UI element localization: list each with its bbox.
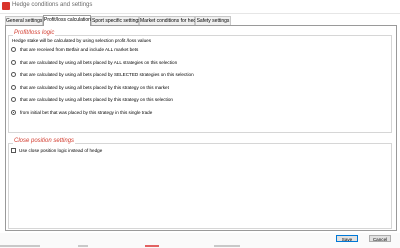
radio-button[interactable] bbox=[11, 97, 16, 102]
cancel-button[interactable]: Cancel bbox=[369, 235, 391, 242]
radio-label[interactable]: that are calculated by using all bets pl… bbox=[20, 60, 177, 65]
radio-label[interactable]: that are calculated by using all bets pl… bbox=[20, 97, 173, 102]
profit-loss-group-title: Profit/loss logic bbox=[13, 30, 56, 36]
radio-label[interactable]: that are calculated by using all bets pl… bbox=[20, 72, 194, 77]
radio-button-selected[interactable] bbox=[11, 110, 16, 115]
save-button[interactable]: Save bbox=[336, 235, 358, 242]
app-logo-icon bbox=[2, 2, 10, 10]
close-position-group-title: Close position settings bbox=[13, 138, 76, 144]
tab-profit-loss-calculation[interactable]: Profit/loss calculation bbox=[43, 15, 91, 26]
background-artifact bbox=[214, 245, 240, 247]
close-position-group bbox=[8, 143, 392, 229]
radio-button[interactable] bbox=[11, 72, 16, 77]
background-artifact bbox=[78, 245, 88, 247]
radio-button[interactable] bbox=[11, 47, 16, 52]
radio-label[interactable]: from initial bet that was placed by this… bbox=[20, 110, 152, 115]
radio-label[interactable]: that are calculated by using all bets pl… bbox=[20, 85, 169, 90]
profit-loss-description: Hedge stake will be calculated by using … bbox=[12, 38, 152, 43]
tab-sport-specific-settings[interactable]: Sport specific settings bbox=[91, 16, 141, 25]
tab-general-settings[interactable]: General settings bbox=[5, 16, 43, 25]
close-position-checkbox[interactable] bbox=[11, 148, 16, 153]
radio-button[interactable] bbox=[11, 85, 16, 90]
background-artifact bbox=[0, 245, 40, 247]
window-title: Hedge conditions and settings bbox=[12, 2, 93, 8]
close-position-checkbox-label[interactable]: Use close position logic instead of hedg… bbox=[19, 148, 102, 153]
background-artifact bbox=[145, 245, 159, 247]
title-bar: Hedge conditions and settings bbox=[0, 0, 400, 14]
tab-safety-settings[interactable]: Safety settings bbox=[195, 16, 231, 25]
tab-market-conditions-for-hedge[interactable]: Market conditions for hedge bbox=[139, 16, 202, 25]
radio-button[interactable] bbox=[11, 60, 16, 65]
radio-label[interactable]: that are received from Betfair and inclu… bbox=[20, 47, 138, 52]
